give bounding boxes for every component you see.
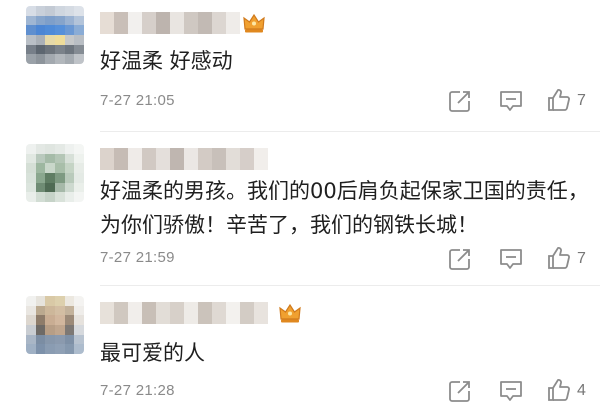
avatar[interactable] [26, 296, 84, 354]
share-icon[interactable] [447, 88, 473, 114]
comment-item: 好温柔的男孩。我们的00后肩负起保家卫国的责任，为你们骄傲！辛苦了，我们的钢铁长… [0, 132, 600, 282]
thumbs-up-icon[interactable] [546, 87, 572, 113]
thumbs-up-icon[interactable] [546, 245, 572, 271]
comment-text: 最可爱的人 [100, 341, 205, 365]
like-count: 7 [577, 92, 586, 109]
like-count: 4 [577, 382, 586, 399]
avatar[interactable] [26, 144, 84, 202]
comment-item: 最可爱的人 7-27 21:28 4 [0, 286, 600, 411]
thumbs-up-icon[interactable] [546, 377, 572, 403]
comment-timestamp: 7-27 21:05 [100, 92, 175, 109]
username-redacted[interactable] [100, 148, 268, 170]
comment-item: 好温柔 好感动 7-27 21:05 7 [0, 0, 600, 130]
comment-icon[interactable] [498, 246, 524, 272]
comment-icon[interactable] [498, 88, 524, 114]
crown-badge-icon [279, 303, 301, 323]
comment-timestamp: 7-27 21:28 [100, 382, 175, 399]
username-redacted[interactable] [100, 302, 268, 324]
share-icon[interactable] [447, 246, 473, 272]
comment-text: 好温柔的男孩。我们的00后肩负起保家卫国的责任，为你们骄傲！辛苦了，我们的钢铁长… [100, 179, 589, 237]
like-count: 7 [577, 250, 586, 267]
comment-timestamp: 7-27 21:59 [100, 249, 175, 266]
comment-text: 好温柔 好感动 [100, 49, 233, 73]
comment-icon[interactable] [498, 378, 524, 404]
username-redacted[interactable] [100, 12, 240, 34]
crown-badge-icon [243, 13, 265, 33]
avatar[interactable] [26, 6, 84, 64]
share-icon[interactable] [447, 378, 473, 404]
